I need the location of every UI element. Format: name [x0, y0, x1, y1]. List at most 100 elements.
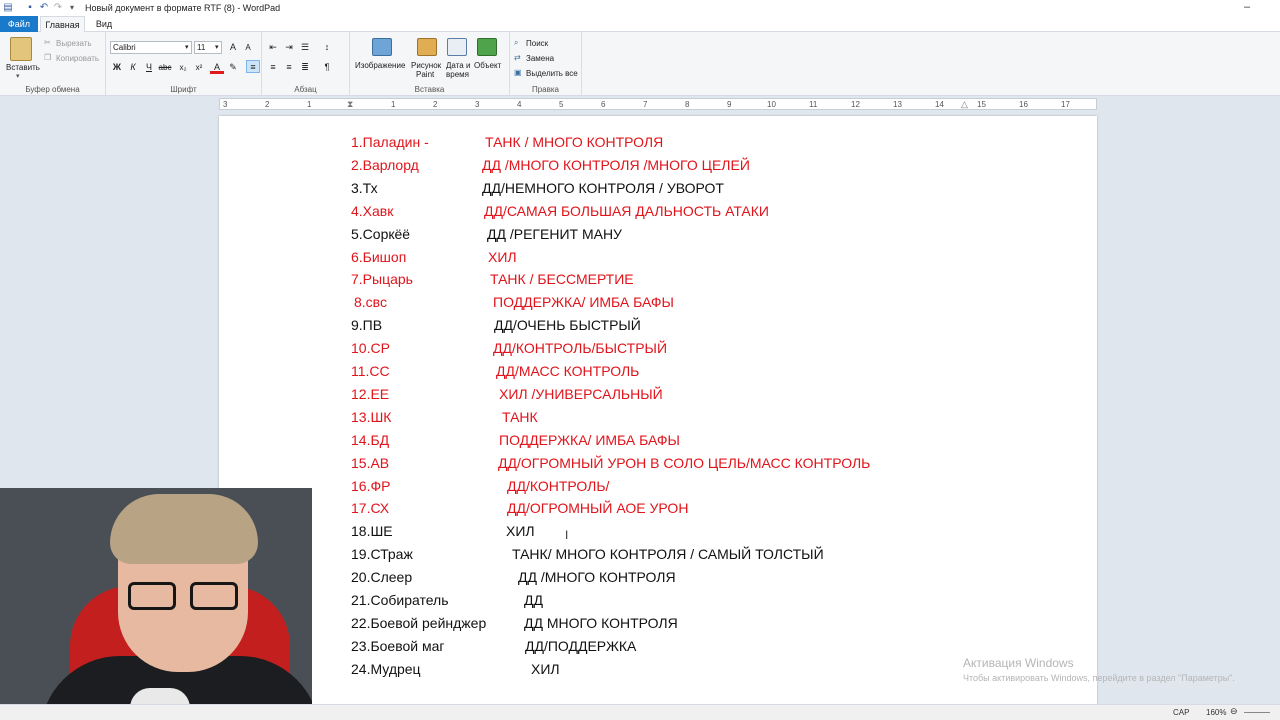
replace-icon[interactable]: ⇄ [514, 53, 521, 62]
select-all-icon[interactable]: ▣ [514, 68, 522, 77]
find-icon[interactable]: ⌕ [514, 38, 518, 48]
document-line-name: 8.свс [354, 294, 387, 311]
object-icon[interactable] [477, 38, 497, 56]
ruler-number: 1 [391, 100, 396, 109]
zoom-out-icon[interactable]: ⊖ [1230, 706, 1238, 717]
undo-icon[interactable]: ↶ [38, 2, 50, 14]
cut-icon[interactable]: ✂ [44, 38, 51, 47]
cut-button[interactable]: Вырезать [56, 39, 92, 48]
font-size-dropdown-icon[interactable]: ▾ [215, 43, 219, 51]
datetime-button-line2[interactable]: время [446, 70, 469, 79]
redo-icon[interactable]: ↷ [52, 2, 64, 14]
text-color-icon[interactable]: A [210, 61, 224, 74]
image-icon[interactable] [372, 38, 392, 56]
document-line-name: 2.Варлорд [351, 156, 419, 173]
paste-icon[interactable] [10, 37, 32, 61]
ruler[interactable]: 3 2 1 ⧗ 1 2 3 4 5 6 7 8 9 10 11 12 13 14… [219, 98, 1097, 110]
document-line-name: 23.Боевой маг [351, 637, 445, 654]
align-left-icon[interactable]: ≡ [246, 60, 260, 73]
select-all-button[interactable]: Выделить все [526, 69, 578, 78]
webcam-overlay [0, 488, 312, 720]
copy-icon[interactable]: ❐ [44, 53, 51, 62]
document-line-name: 7.Рыцарь [351, 271, 413, 288]
document-line-name: 3.Тх [351, 179, 378, 196]
strikethrough-icon[interactable]: abc [158, 61, 172, 74]
paste-dropdown-icon[interactable]: ▾ [16, 72, 20, 80]
replace-button[interactable]: Замена [526, 54, 554, 63]
insert-object-button[interactable]: Объект [474, 61, 501, 70]
document-line-name: 14.БД [351, 431, 390, 448]
quick-access-dropdown-icon[interactable]: ▾ [66, 2, 78, 14]
align-right-icon[interactable]: ≡ [282, 61, 296, 74]
paint-drawing-icon[interactable] [417, 38, 437, 56]
indent-marker-icon[interactable]: ⧗ [347, 99, 353, 110]
underline-icon[interactable]: Ч [142, 61, 156, 74]
italic-icon[interactable]: К [126, 61, 140, 74]
clipboard-group-label: Буфер обмена [25, 85, 80, 94]
ruler-number: 13 [893, 100, 902, 109]
increase-indent-icon[interactable]: ⇥ [282, 41, 296, 54]
document-line-role: ДД/ОГРОМНЫЙ УРОН В СОЛО ЦЕЛЬ/МАСС КОНТРО… [498, 454, 871, 471]
paragraph-settings-icon[interactable]: ¶ [320, 61, 334, 74]
decrease-indent-icon[interactable]: ⇤ [266, 41, 280, 54]
document-line-role: ДД /МНОГО КОНТРОЛЯ /МНОГО ЦЕЛЕЙ [482, 156, 750, 173]
tab-home[interactable]: Главная [40, 16, 85, 32]
ruler-number: 1 [307, 100, 312, 109]
document-line-name: 22.Боевой рейнджер [351, 614, 487, 631]
font-family-dropdown-icon[interactable]: ▾ [185, 43, 189, 51]
tab-view[interactable]: Вид [88, 16, 120, 32]
document-line-role: ХИЛ [488, 248, 517, 265]
superscript-icon[interactable]: x² [192, 61, 206, 74]
zoom-slider[interactable] [1244, 712, 1270, 713]
font-family-select[interactable]: Calibri [110, 41, 192, 54]
ruler-number: 17 [1061, 100, 1070, 109]
tab-file[interactable]: Файл [0, 16, 38, 32]
document-line-role: ТАНК / МНОГО КОНТРОЛЯ [485, 134, 664, 150]
datetime-button-line1[interactable]: Дата и [446, 61, 470, 70]
text-cursor-icon: I [565, 528, 569, 542]
document-line-role: ХИЛ [506, 523, 535, 540]
find-button[interactable]: Поиск [526, 39, 548, 48]
document-page[interactable]: 1.Паладин - ТАНК / МНОГО КОНТРОЛЯ 2.Варлор… [219, 116, 1097, 716]
paint-drawing-button-line1[interactable]: Рисунок [411, 61, 441, 70]
document-line-name: 10.СР [351, 340, 390, 357]
activation-subtitle: Чтобы активировать Windows, перейдите в … [963, 673, 1235, 683]
ruler-number: 6 [601, 100, 606, 109]
document-line-role: ПОДДЕРЖКА/ ИМБА БАФЫ [493, 294, 674, 311]
grow-font-icon[interactable]: A [226, 41, 240, 54]
copy-button[interactable]: Копировать [56, 54, 99, 63]
minimize-button[interactable]: – [1244, 1, 1250, 13]
justify-icon[interactable]: ≣ [298, 61, 312, 74]
ruler-number: 9 [727, 100, 732, 109]
calendar-icon[interactable] [447, 38, 467, 56]
document-line-name: 6.Бишоп [351, 248, 407, 265]
paint-drawing-button-line2[interactable]: Paint [416, 70, 434, 79]
document-line-name: 12.ЕЕ [351, 385, 390, 402]
document-line-role: ХИЛ [531, 660, 560, 677]
highlight-color-icon[interactable]: ✎ [226, 61, 240, 74]
document-line-role: ХИЛ /УНИВЕРСАЛЬНЫЙ [499, 385, 663, 402]
align-center-icon[interactable]: ≡ [266, 61, 280, 74]
shrink-font-icon[interactable]: A [241, 41, 255, 54]
font-group-label: Шрифт [170, 85, 197, 94]
document-line-role: ТАНК/ МНОГО КОНТРОЛЯ / САМЫЙ ТОЛСТЫЙ [512, 546, 824, 563]
line-spacing-icon[interactable]: ↕ [320, 41, 334, 54]
ruler-number: 14 [935, 100, 944, 109]
document-line-role: ДД/ОЧЕНЬ БЫСТРЫЙ [494, 317, 641, 334]
subscript-icon[interactable]: x₂ [176, 61, 190, 74]
ruler-number: 10 [767, 100, 776, 109]
document-line-name: 11.СС [351, 363, 390, 379]
document-line-name: 16.ФР [351, 477, 391, 494]
paste-button[interactable]: Вставить [6, 63, 40, 72]
document-line-role: ДД/ОГРОМНЫЙ АОЕ УРОН [507, 500, 689, 517]
right-indent-marker-icon[interactable]: △ [961, 99, 968, 110]
bullets-icon[interactable]: ☰ [298, 41, 312, 54]
save-icon[interactable]: ▪ [24, 2, 36, 14]
document-line-name: 20.Слеер [351, 569, 413, 586]
document-line-role: ДД /РЕГЕНИТ МАНУ [487, 225, 622, 242]
bold-icon[interactable]: Ж [110, 61, 124, 74]
ruler-number: 3 [475, 100, 480, 109]
document-line-role: ДД/КОНТРОЛЬ/БЫСТРЫЙ [493, 340, 668, 357]
insert-image-button[interactable]: Изображение [355, 61, 405, 70]
title-bar: ▤ ▪ ↶ ↷ ▾ Новый документ в формате RTF (… [0, 0, 1280, 16]
